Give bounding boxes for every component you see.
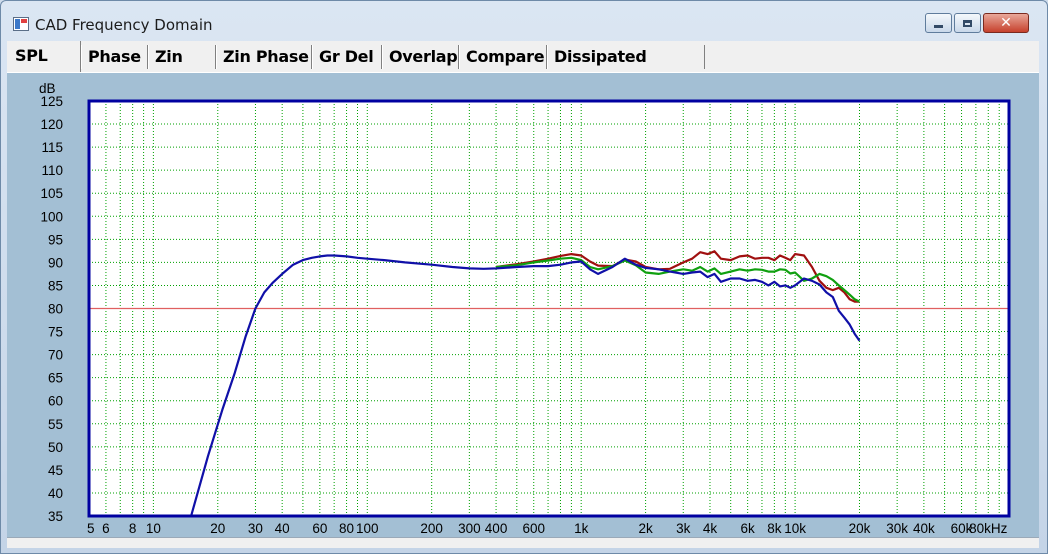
y-tick-label: 65 xyxy=(48,371,63,386)
x-tick-label: 300 xyxy=(458,521,481,536)
x-tick-label: 6 xyxy=(102,521,110,536)
x-tick-label: 100 xyxy=(356,521,379,536)
y-tick-label: 35 xyxy=(48,509,63,524)
x-tick-label: 4k xyxy=(703,521,718,536)
y-tick-label: 55 xyxy=(48,417,63,432)
x-tick-label: 30k xyxy=(886,521,908,536)
x-tick-label: 80 xyxy=(339,521,354,536)
x-tick-label: 80kHz xyxy=(969,521,1008,536)
y-tick-label: 85 xyxy=(48,278,63,293)
y-tick-label: 45 xyxy=(48,463,63,478)
x-tick-label: 8k xyxy=(767,521,782,536)
x-tick-label: 20k xyxy=(849,521,871,536)
y-tick-label: 60 xyxy=(48,394,63,409)
spl-chart: 3540455055606570758085909510010511011512… xyxy=(39,81,1011,536)
x-tick-label: 5 xyxy=(87,521,95,536)
y-axis-label: dB xyxy=(39,81,56,96)
y-tick-label: 90 xyxy=(48,255,63,270)
x-tick-label: 200 xyxy=(420,521,443,536)
app-window: CAD Frequency Domain ✕ SPL Phase Zin Zin… xyxy=(0,0,1048,554)
y-tick-label: 70 xyxy=(48,348,63,363)
y-tick-label: 95 xyxy=(48,232,63,247)
x-tick-label: 10k xyxy=(784,521,806,536)
y-tick-label: 100 xyxy=(40,209,63,224)
y-tick-label: 80 xyxy=(48,302,63,317)
y-tick-label: 75 xyxy=(48,325,63,340)
x-tick-label: 400 xyxy=(485,521,508,536)
y-tick-label: 50 xyxy=(48,440,63,455)
x-tick-label: 20 xyxy=(210,521,225,536)
x-tick-label: 1k xyxy=(574,521,589,536)
y-tick-label: 115 xyxy=(41,140,63,155)
x-tick-label: 3k xyxy=(676,521,691,536)
y-tick-label: 125 xyxy=(40,94,63,109)
x-tick-label: 600 xyxy=(522,521,545,536)
x-tick-label: 2k xyxy=(638,521,653,536)
x-tick-label: 40 xyxy=(275,521,290,536)
x-tick-label: 40k xyxy=(913,521,935,536)
x-tick-label: 30 xyxy=(248,521,263,536)
y-tick-label: 105 xyxy=(40,186,63,201)
x-tick-label: 6k xyxy=(741,521,756,536)
y-tick-label: 110 xyxy=(41,163,63,178)
y-tick-label: 120 xyxy=(40,117,63,132)
x-tick-label: 60 xyxy=(312,521,327,536)
y-tick-label: 40 xyxy=(48,486,63,501)
x-tick-label: 8 xyxy=(129,521,137,536)
x-tick-label: 10 xyxy=(146,521,161,536)
